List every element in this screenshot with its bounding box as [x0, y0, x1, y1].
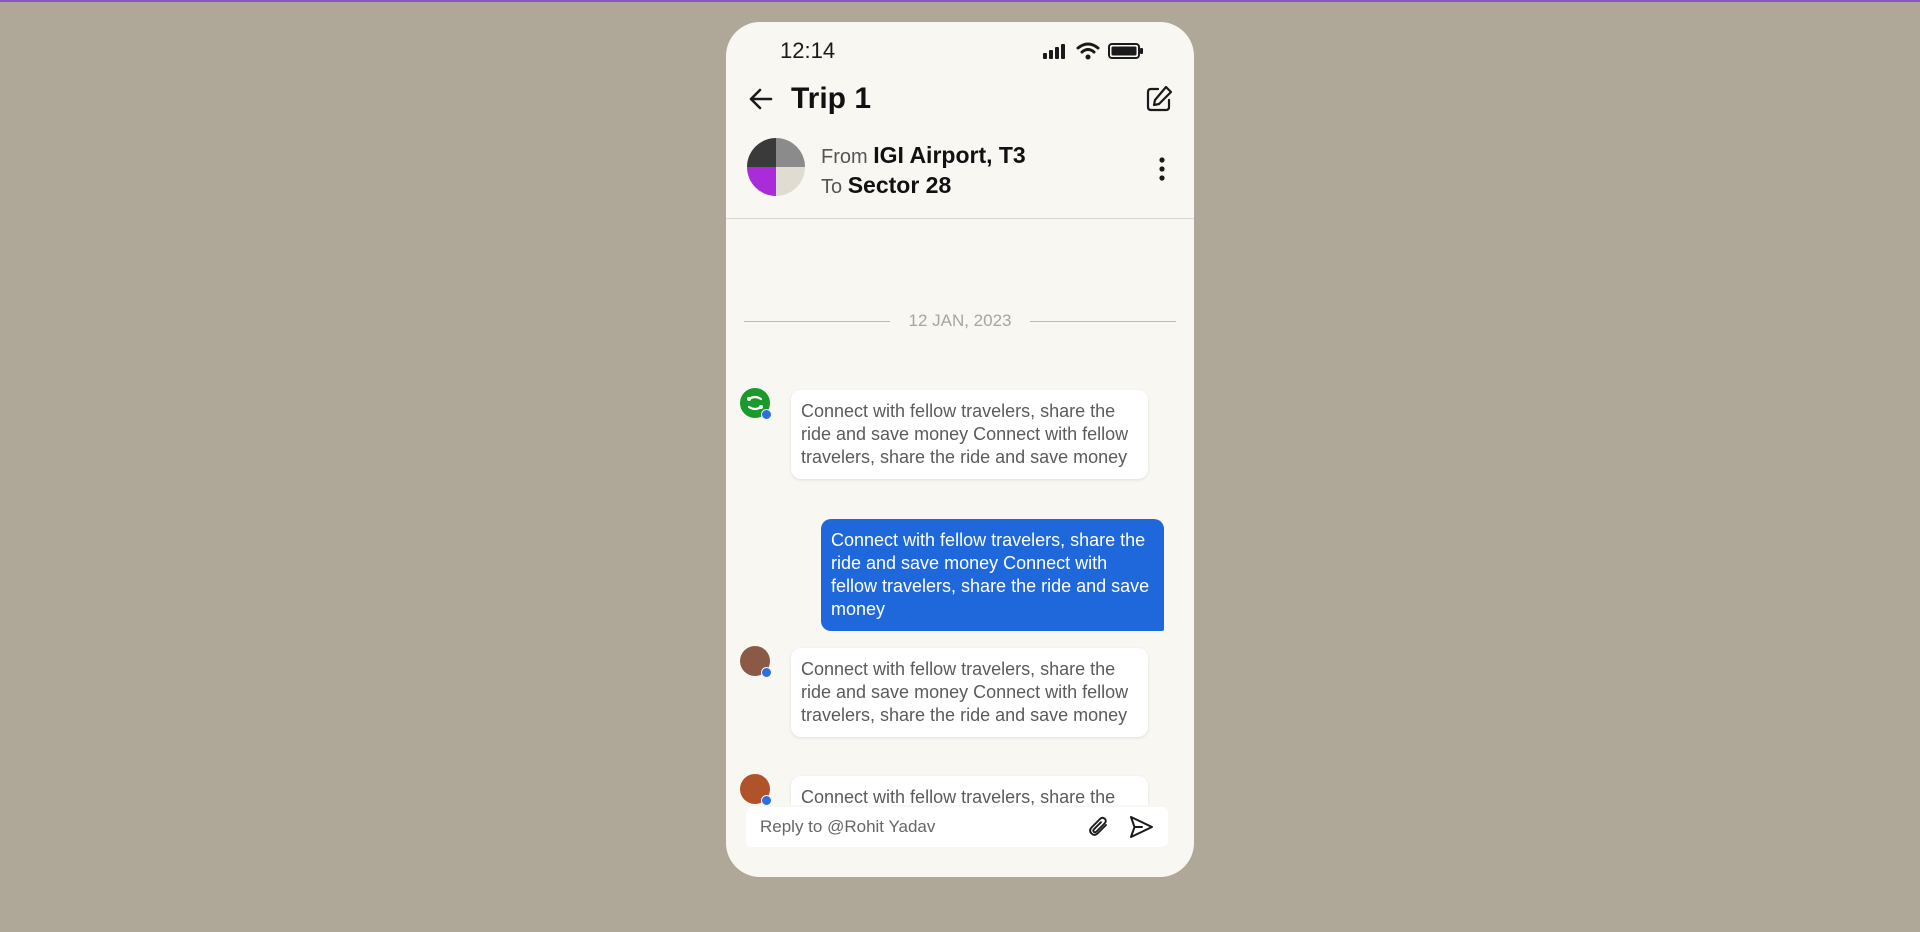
reply-input[interactable]: [760, 815, 1060, 839]
wifi-icon: [1076, 42, 1100, 60]
message-bubble-incoming: Connect with fellow travelers, share the…: [791, 390, 1148, 479]
battery-icon: [1108, 43, 1143, 59]
to-value: Sector 28: [847, 172, 952, 198]
from-value: IGI Airport, T3: [873, 142, 1026, 168]
separator-line: [1030, 321, 1176, 322]
more-options-icon[interactable]: [1158, 156, 1166, 182]
verified-badge-icon: [761, 667, 772, 678]
header-divider: [726, 218, 1194, 219]
message-clip: Connect with fellow travelers, share the…: [726, 762, 1194, 805]
verified-badge-icon: [761, 795, 772, 805]
page-title: Trip 1: [791, 82, 872, 115]
sender-avatar[interactable]: [740, 388, 772, 420]
attach-icon[interactable]: [1086, 814, 1112, 840]
message-bubble-incoming: Connect with fellow travelers, share the…: [791, 776, 1148, 805]
avatar-quadrant: [747, 138, 776, 167]
status-time: 12:14: [780, 38, 836, 63]
reply-composer: [746, 807, 1168, 847]
avatar-quadrant: [776, 138, 805, 167]
trip-route: From IGI Airport, T3 To Sector 28: [726, 138, 1194, 218]
back-arrow-icon[interactable]: [746, 84, 776, 114]
avatar-quadrant: [776, 167, 805, 196]
date-separator: 12 JAN, 2023: [744, 310, 1176, 334]
phone-frame: 12:14 Trip 1 From IGI Airport, T3 To Sec…: [726, 22, 1194, 877]
from-label: From: [821, 146, 868, 168]
verified-badge-icon: [761, 409, 772, 420]
avatar-quadrant: [747, 167, 776, 196]
message-bubble-incoming: Connect with fellow travelers, share the…: [791, 648, 1148, 737]
signal-icon: [1043, 44, 1065, 59]
message-bubble-outgoing: Connect with fellow travelers, share the…: [821, 519, 1164, 631]
top-accent-line: [0, 0, 1920, 2]
to-label: To: [821, 176, 843, 198]
sender-avatar[interactable]: [740, 774, 772, 805]
sender-avatar[interactable]: [740, 646, 772, 678]
status-bar: 12:14: [726, 22, 1194, 74]
edit-icon[interactable]: [1144, 84, 1174, 114]
send-icon[interactable]: [1128, 814, 1154, 840]
group-avatar[interactable]: [747, 138, 805, 196]
route-from: From IGI Airport, T3: [821, 142, 1026, 169]
route-to: To Sector 28: [821, 172, 951, 199]
status-icons: [1042, 42, 1144, 60]
